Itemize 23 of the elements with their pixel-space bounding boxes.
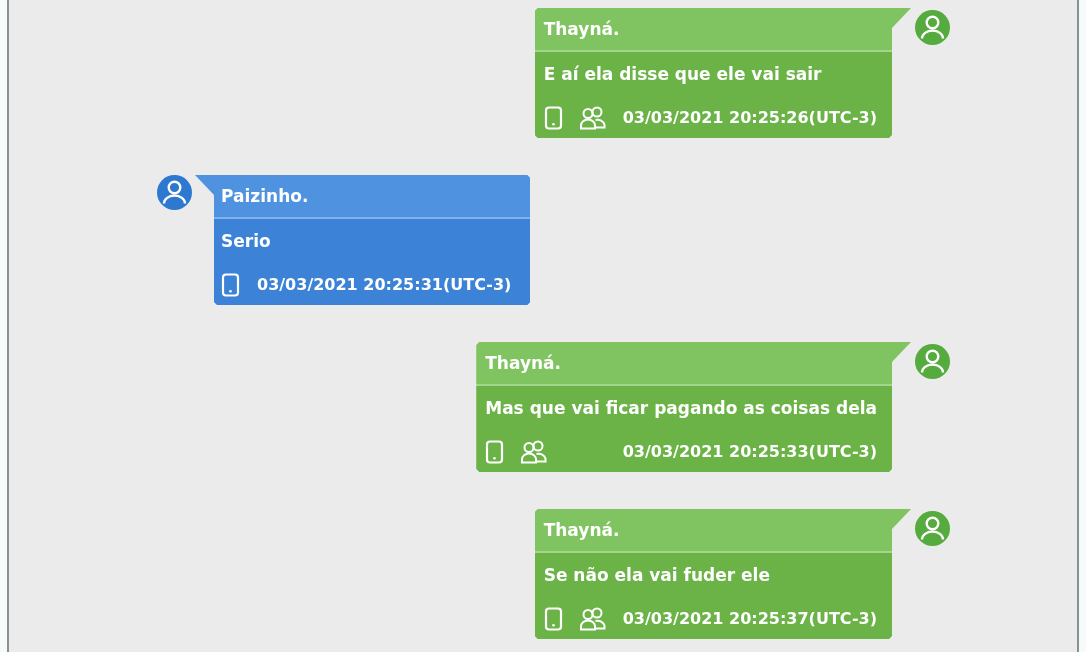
sender-name: Thayná. xyxy=(485,352,561,374)
group-icon xyxy=(520,440,548,464)
sender-name: Paizinho. xyxy=(221,185,309,207)
timestamp: 03/03/2021 20:25:26(UTC-3) xyxy=(621,108,877,128)
avatar-icon xyxy=(157,175,192,210)
timestamp: 03/03/2021 20:25:33(UTC-3) xyxy=(621,442,877,462)
message-text: Serio xyxy=(221,230,271,253)
phone-icon xyxy=(485,440,505,464)
group-icon xyxy=(578,607,606,631)
message-text: Se não ela vai fuder ele xyxy=(543,564,770,587)
sender-name: Thayná. xyxy=(543,519,620,541)
phone-icon xyxy=(543,106,563,130)
message-text: Mas que vai ficar pagando as coisas dela xyxy=(485,397,877,420)
timestamp: 03/03/2021 20:25:31(UTC-3) xyxy=(256,275,512,295)
avatar-icon xyxy=(915,10,950,45)
avatar-icon xyxy=(915,511,950,546)
sender-name: Thayná. xyxy=(543,18,620,40)
phone-icon xyxy=(221,273,240,297)
timestamp: 03/03/2021 20:25:37(UTC-3) xyxy=(621,609,877,629)
avatar-icon xyxy=(915,344,950,379)
group-icon xyxy=(578,106,606,130)
phone-icon xyxy=(543,607,563,631)
message-text: E aí ela disse que ele vai sair xyxy=(543,63,822,86)
